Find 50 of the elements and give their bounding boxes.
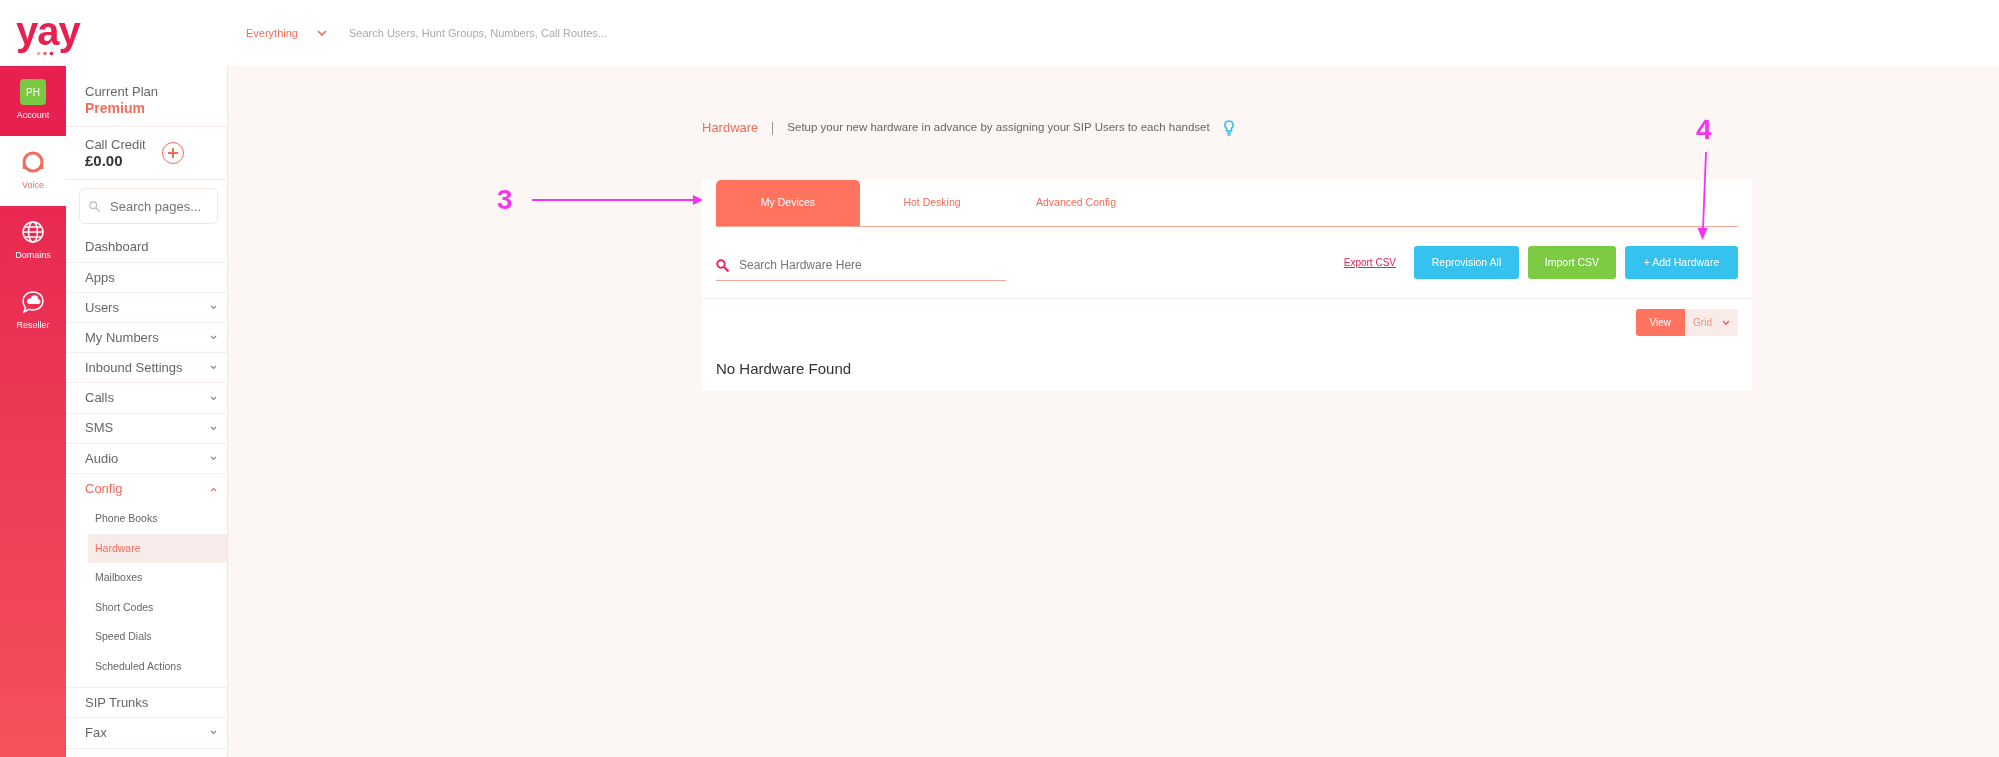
nav-item[interactable]: Apps [66,262,227,293]
lightbulb-icon [1223,120,1234,136]
nav-subitem[interactable]: Phone Books [88,504,227,534]
export-link[interactable]: Export CSV [1343,255,1396,270]
nav-item[interactable]: Fax [66,718,227,749]
nav-item[interactable]: Dashboard [66,232,227,263]
nav-subitem[interactable]: Short Codes [88,592,227,623]
nav-item[interactable]: Calls [66,383,227,414]
credit-label: Call Credit [85,137,146,153]
nav-subitem[interactable]: Speed Dials [88,622,227,652]
chevron-down-icon [1722,319,1730,326]
search-icon [716,258,729,272]
search-icon [89,200,100,213]
globe-icon [20,219,46,246]
nav-item[interactable]: Inbound Settings [66,353,227,384]
scope-dropdown[interactable]: Everything [246,24,298,42]
cloud-chat-icon [20,289,46,316]
page-description: Setup your new hardware in advance by assigning your SIP Users to each handset [787,120,1210,136]
search-field[interactable]: Search Users, Hunt Groups, Numbers, Call Routes... [347,23,747,43]
callout-number: 3 [497,186,513,214]
plus-icon [167,148,178,159]
nav-item[interactable]: SMS [66,413,227,444]
plan-label: Current Plan [85,84,159,100]
plan-value: Premium [85,99,146,117]
search-field[interactable]: Search pages... [108,195,208,218]
nav-item[interactable]: My Numbers [66,323,227,354]
view-button[interactable]: View [1635,309,1686,336]
tab[interactable]: Advanced Config [1004,180,1148,226]
tab[interactable]: My Devices [716,180,860,226]
search-box[interactable]: Search Hardware Here [716,250,1006,281]
avatar: PH [20,79,46,106]
page-title: Hardware [702,119,759,138]
nav-subitem[interactable]: Hardware [88,533,227,564]
add-credit-button[interactable] [161,142,184,165]
credit-value: £0.00 [85,153,124,170]
nav-item[interactable]: SIP Trunks [66,688,227,719]
rail-tab[interactable]: Domains [0,206,66,276]
nav-subitem[interactable]: Mailboxes [88,563,227,593]
nav-item[interactable]: Users [66,292,227,324]
callout-number: 4 [1696,116,1712,144]
nav-subitem[interactable]: Scheduled Actions [88,651,227,682]
empty-message: No Hardware Found [715,359,853,379]
logo[interactable]: yay [16,10,228,51]
nav-item[interactable]: Config [66,474,227,505]
nav-item[interactable]: Audio [66,443,227,474]
tab[interactable]: Hot Desking [860,180,1004,226]
chevron-down-icon[interactable] [317,29,327,37]
rail-tab[interactable]: Voice [0,136,66,206]
search-field[interactable]: Search Hardware Here [737,255,1006,275]
rail-tab[interactable]: Reseller [0,276,66,346]
